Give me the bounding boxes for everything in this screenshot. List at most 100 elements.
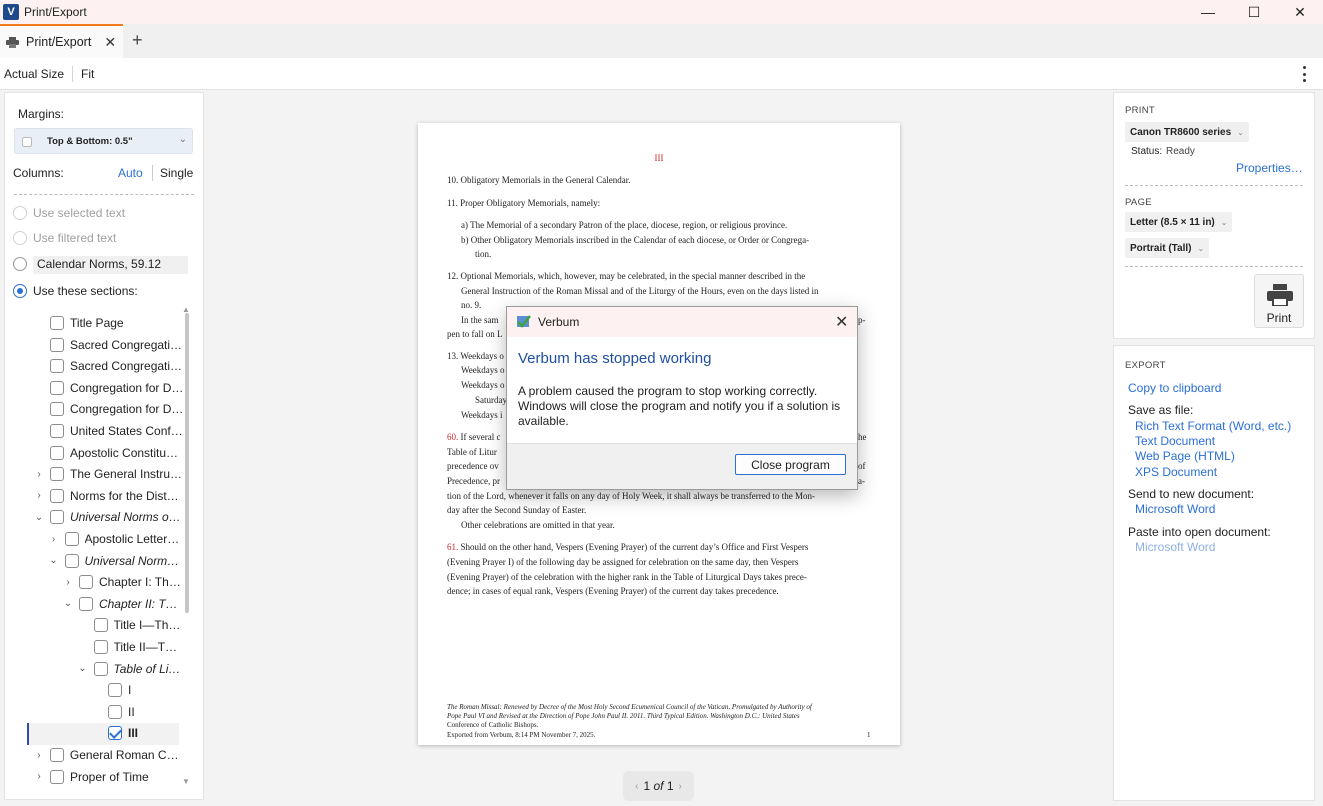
tree-item[interactable]: United States Conf… [34,421,184,441]
tree-item[interactable]: Congregation for D… [34,399,184,419]
tree-checkbox[interactable] [50,445,64,460]
tree-item[interactable]: Title I—Th… [78,615,185,635]
tree-checkbox[interactable] [50,510,64,525]
total-pages: 1 [666,779,674,793]
tree-item[interactable]: › Proper of Time [34,767,184,787]
chevron-down-icon[interactable]: ⌄ [78,663,88,674]
tree-checkbox[interactable] [49,748,64,762]
tab-print-export[interactable]: Print/Export ✕ [0,24,123,58]
margins-checkbox[interactable] [22,137,32,147]
tree-item[interactable]: ⌄ Universal Norms o… [34,507,184,527]
columns-single-button[interactable]: Single [160,166,193,180]
close-program-button[interactable]: Close program [735,454,846,475]
divider [1125,185,1303,186]
tree-checkbox[interactable] [50,380,64,395]
tree-checkbox[interactable] [50,467,64,482]
page-number: 1 [867,731,871,739]
tree-checkbox[interactable] [64,532,79,546]
tree-item[interactable]: ⌄ Chapter II: Th… [63,594,184,614]
tree-item[interactable]: Sacred Congregati… [34,356,184,376]
tree-item[interactable]: Title Page [34,313,184,333]
radio-option[interactable] [13,257,27,271]
page-header: PAGE [1125,197,1152,208]
save-text-link[interactable]: Text Document [1135,434,1215,448]
tree-checkbox[interactable] [79,575,93,590]
tree-checkbox[interactable] [108,726,122,741]
tree-item[interactable]: › General Roman Ca… [34,745,184,765]
tree-item[interactable]: III [92,723,184,743]
tree-checkbox[interactable] [50,316,64,330]
tree-item[interactable]: Sacred Congregati… [34,335,184,355]
tree-checkbox[interactable] [50,337,64,352]
tree-item-label: General Roman Ca… [69,748,184,762]
scroll-down-arrow-icon[interactable]: ▼ [182,777,190,786]
minimize-button[interactable]: — [1185,0,1231,24]
chevron-right-icon[interactable]: › [34,750,44,761]
paper-size-dropdown[interactable]: Letter (8.5 × 11 in) ⌄ [1125,212,1233,232]
tree-checkbox[interactable] [50,359,64,374]
radio-option[interactable] [13,284,27,298]
tree-checkbox[interactable] [108,704,122,719]
close-window-button[interactable]: ✕ [1277,0,1323,24]
tree-item[interactable]: ⌄ Universal Norm… [49,551,185,571]
properties-link[interactable]: Properties… [1236,161,1303,175]
orientation-dropdown[interactable]: Portrait (Tall) ⌄ [1125,238,1210,258]
document-line: dence; in cases of equal rank, Vespers (… [447,584,779,598]
document-line: 13. Weekdays o [447,349,504,363]
tree-checkbox[interactable] [50,488,64,503]
tree-item[interactable]: Congregation for D… [34,378,184,398]
tree-checkbox[interactable] [50,402,64,417]
tree-item[interactable]: Apostolic Constitu… [34,443,184,463]
tree-scrollbar[interactable] [185,313,189,613]
tree-item-label: III [128,726,139,741]
add-tab-button[interactable]: + [132,30,143,51]
send-to-word-link[interactable]: Microsoft Word [1135,502,1215,516]
tree-checkbox[interactable] [64,553,79,568]
tree-checkbox[interactable] [108,683,122,698]
chevron-right-icon[interactable]: › [34,771,44,782]
fit-button[interactable]: Fit [77,67,98,81]
prev-page-button[interactable]: ‹ [635,781,638,792]
tree-checkbox[interactable] [93,618,108,633]
tree-checkbox[interactable] [50,769,64,784]
save-html-link[interactable]: Web Page (HTML) [1135,449,1235,463]
tree-item[interactable]: › Apostolic Letter… [49,529,185,549]
tree-item-label: Universal Norms o… [70,510,181,525]
save-xps-link[interactable]: XPS Document [1135,465,1217,479]
tree-item[interactable]: › Norms for the Dist… [34,486,184,506]
tree-checkbox[interactable] [93,661,108,676]
chevron-right-icon[interactable]: › [63,577,73,588]
tree-checkbox[interactable] [50,424,64,438]
document-line: (Evening Prayer) of the celebration with… [447,570,807,584]
next-page-button[interactable]: › [679,781,682,792]
chevron-down-icon[interactable]: ⌄ [63,598,73,609]
close-tab-button[interactable]: ✕ [104,34,116,51]
tree-item[interactable]: › Chapter I: Th… [63,572,184,592]
actual-size-button[interactable]: Actual Size [0,67,68,81]
chevron-right-icon[interactable]: › [34,469,44,480]
tree-item[interactable]: › The General Instru… [34,464,184,484]
chevron-right-icon[interactable]: › [34,490,44,501]
more-options-icon[interactable] [1303,66,1307,82]
copy-to-clipboard-link[interactable]: Copy to clipboard [1128,381,1221,395]
tree-item[interactable]: II [92,702,184,722]
chevron-down-icon[interactable]: ⌄ [49,555,59,566]
print-button[interactable]: Print [1254,274,1304,328]
tree-item[interactable]: ⌄ Table of Li… [78,659,185,679]
options-panel: Margins: Top & Bottom: 0.5" ⌄ Columns: A… [4,92,204,800]
margins-dropdown[interactable]: Top & Bottom: 0.5" ⌄ [14,128,193,154]
chevron-down-icon: ⌄ [1197,243,1205,253]
chevron-down-icon[interactable]: ⌄ [34,512,44,523]
close-icon[interactable]: ✕ [835,312,848,332]
tree-item[interactable]: I [92,680,184,700]
printer-dropdown[interactable]: Canon TR8600 series ⌄ [1125,122,1249,142]
chevron-right-icon[interactable]: › [49,534,59,545]
tree-checkbox[interactable] [93,640,108,654]
tree-item[interactable]: Title II—T… [78,637,185,657]
paste-into-word-link[interactable]: Microsoft Word [1135,540,1215,554]
maximize-button[interactable]: ☐ [1231,0,1277,24]
tree-checkbox[interactable] [78,596,93,611]
tree-item-label: Sacred Congregati… [70,359,183,374]
save-rtf-link[interactable]: Rich Text Format (Word, etc.) [1135,419,1291,433]
columns-auto-button[interactable]: Auto [118,166,143,180]
